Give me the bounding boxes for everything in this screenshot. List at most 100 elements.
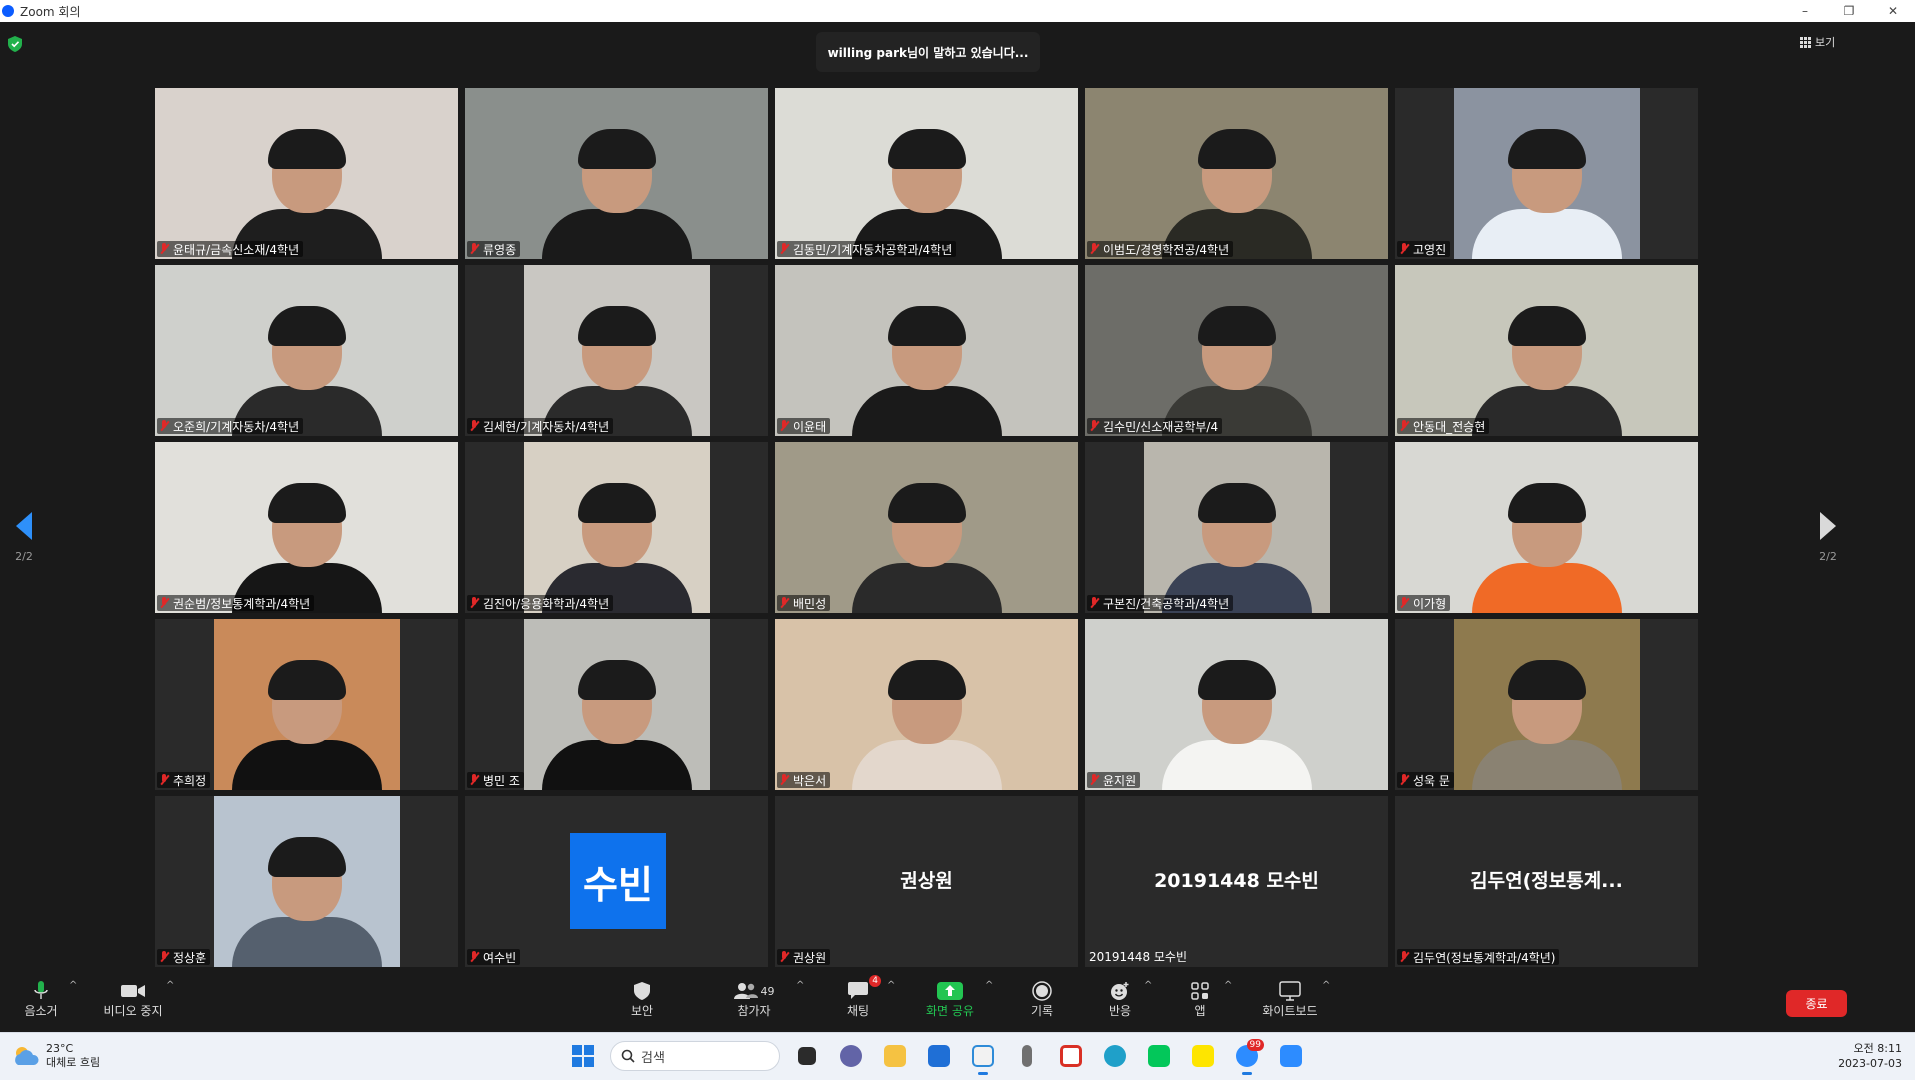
reactions-button[interactable]: 반응 — [1105, 980, 1135, 1019]
participant-tile[interactable]: 김수민/신소재공학부/4 — [1085, 265, 1388, 436]
window-title: Zoom 회의 — [20, 4, 81, 19]
start-button[interactable] — [566, 1039, 600, 1073]
apps-button[interactable]: 앱 — [1190, 980, 1210, 1019]
taskbar-search[interactable]: 검색 — [610, 1041, 780, 1071]
participant-tile[interactable]: 추희정 — [155, 619, 458, 790]
task-view-button[interactable] — [790, 1039, 824, 1073]
shield-icon[interactable] — [8, 36, 22, 52]
participant-video — [465, 88, 768, 259]
participant-tile[interactable]: 권순범/정보통계학과/4학년 — [155, 442, 458, 613]
participant-video — [213, 796, 400, 967]
muted-mic-icon — [159, 597, 169, 609]
zoom-window-app[interactable] — [1274, 1039, 1308, 1073]
participant-tile[interactable]: 이범도/경영학전공/4학년 — [1085, 88, 1388, 259]
participant-tile[interactable]: 이윤태 — [775, 265, 1078, 436]
weather-widget[interactable]: 23°C 대체로 흐림 — [12, 1042, 100, 1070]
participant-tile[interactable]: 류영종 — [465, 88, 768, 259]
zoom-app[interactable]: 99 — [1230, 1039, 1264, 1075]
edge-icon — [1104, 1045, 1126, 1067]
naver-icon — [1148, 1045, 1170, 1067]
participant-video — [155, 442, 458, 613]
participant-tile[interactable]: 병민 조 — [465, 619, 768, 790]
window-controls: – ❐ ✕ — [1783, 0, 1915, 22]
mute-button[interactable]: 음소거 — [18, 980, 64, 1019]
participant-tile[interactable]: 구본진/건축공학과/4학년 — [1085, 442, 1388, 613]
muted-mic-icon — [779, 774, 789, 786]
video-options-caret[interactable]: ^ — [166, 980, 174, 991]
participant-tile[interactable]: 오준희/기계자동차/4학년 — [155, 265, 458, 436]
participant-tile[interactable]: 성욱 문 — [1395, 619, 1698, 790]
participant-name-tag: 윤태규/금속신소재/4학년 — [157, 241, 304, 257]
participant-tile[interactable]: 정상훈 — [155, 796, 458, 967]
gmail-icon — [1060, 1045, 1082, 1067]
participant-name-tag: 이범도/경영학전공/4학년 — [1087, 241, 1234, 257]
end-meeting-button[interactable]: 종료 — [1786, 990, 1847, 1017]
system-clock[interactable]: 오전 8:11 2023-07-03 — [1830, 1041, 1902, 1071]
video-grid: 윤태규/금속신소재/4학년 류영종 김동민/기계자동차공학과/4학년 이범도/경영학전… — [155, 88, 1698, 967]
participant-name: 정상훈 — [173, 950, 207, 965]
chat-label: 채팅 — [846, 1004, 870, 1018]
chat-options-caret[interactable]: ^ — [887, 980, 895, 991]
edge-browser-app[interactable] — [1098, 1039, 1132, 1073]
whiteboard-button[interactable]: 화이트보드 — [1260, 980, 1320, 1019]
participant-tile[interactable]: 김두연(정보통계... 김두연(정보통계학과/4학년) — [1395, 796, 1698, 967]
stop-video-button[interactable]: 비디오 중지 — [100, 980, 166, 1019]
participant-video — [1395, 442, 1698, 613]
participant-tile[interactable]: 수빈 여수빈 — [465, 796, 768, 967]
naver-app[interactable] — [1142, 1039, 1176, 1073]
participants-button[interactable]: 49 참가자 — [728, 980, 780, 1019]
participant-tile[interactable]: 김동민/기계자동차공학과/4학년 — [775, 88, 1078, 259]
gmail-app[interactable] — [1054, 1039, 1088, 1073]
share-screen-button[interactable]: 화면 공유 — [922, 980, 978, 1019]
restore-button[interactable]: ❐ — [1827, 0, 1871, 22]
participant-name-tag: 이윤태 — [777, 418, 831, 434]
participant-tile[interactable]: 김세현/기계자동차/4학년 — [465, 265, 768, 436]
file-explorer-app[interactable] — [878, 1039, 912, 1073]
participant-name: 윤태규/금속신소재/4학년 — [173, 242, 300, 257]
participant-name: 오준희/기계자동차/4학년 — [173, 419, 300, 434]
participant-tile[interactable]: 고영진 — [1395, 88, 1698, 259]
reactions-options-caret[interactable]: ^ — [1144, 980, 1152, 991]
next-page-button[interactable]: 2/2 — [1808, 512, 1848, 563]
participant-tile[interactable]: 안동대_전승현 — [1395, 265, 1698, 436]
share-options-caret[interactable]: ^ — [985, 980, 993, 991]
minimize-button[interactable]: – — [1783, 0, 1827, 22]
participant-tile[interactable]: 권상원 권상원 — [775, 796, 1078, 967]
security-label: 보안 — [630, 1004, 654, 1018]
apps-options-caret[interactable]: ^ — [1224, 980, 1232, 991]
chat-bubble-icon — [848, 982, 868, 999]
whiteboard-options-caret[interactable]: ^ — [1322, 980, 1330, 991]
participant-tile[interactable]: 이가형 — [1395, 442, 1698, 613]
mute-label: 음소거 — [24, 1004, 58, 1018]
voice-recorder-app[interactable] — [1010, 1039, 1044, 1073]
participant-tile[interactable]: 김진아/응용화학과/4학년 — [465, 442, 768, 613]
muted-mic-icon — [159, 951, 169, 963]
muted-mic-icon — [1399, 951, 1409, 963]
arrow-left-icon — [16, 512, 32, 540]
participant-video — [155, 265, 458, 436]
participant-name: 류영종 — [483, 242, 517, 257]
snipping-tool-app[interactable] — [966, 1039, 1000, 1075]
mail-app[interactable] — [922, 1039, 956, 1073]
meeting-toolbar: 음소거 ^ 비디오 중지 ^ 보안 49 참가자 ^ 4 채팅 ^ 화면 공유 … — [0, 970, 1915, 1032]
audio-options-caret[interactable]: ^ — [69, 980, 77, 991]
participant-name-tag: 김두연(정보통계학과/4학년) — [1397, 949, 1560, 965]
chat-button[interactable]: 4 채팅 — [843, 975, 881, 1019]
record-button[interactable]: 기록 — [1027, 980, 1057, 1019]
kakaotalk-app[interactable] — [1186, 1039, 1220, 1073]
prev-page-button[interactable]: 2/2 — [4, 512, 44, 563]
participant-tile[interactable]: 배민성 — [775, 442, 1078, 613]
participants-options-caret[interactable]: ^ — [796, 980, 804, 991]
view-button[interactable]: 보기 — [1800, 34, 1835, 50]
teams-chat-app[interactable] — [834, 1039, 868, 1073]
participant-name: 20191448 모수빈 — [1089, 950, 1188, 964]
taskbar-apps: 검색 99 — [566, 1039, 1308, 1075]
participant-figure — [1471, 306, 1622, 436]
close-button[interactable]: ✕ — [1871, 0, 1915, 22]
participant-tile[interactable]: 윤지원 — [1085, 619, 1388, 790]
participant-tile[interactable]: 윤태규/금속신소재/4학년 — [155, 88, 458, 259]
security-button[interactable]: 보안 — [627, 980, 657, 1019]
zoom-app-icon — [2, 5, 14, 17]
participant-tile[interactable]: 20191448 모수빈 20191448 모수빈 — [1085, 796, 1388, 967]
participant-tile[interactable]: 박은서 — [775, 619, 1078, 790]
